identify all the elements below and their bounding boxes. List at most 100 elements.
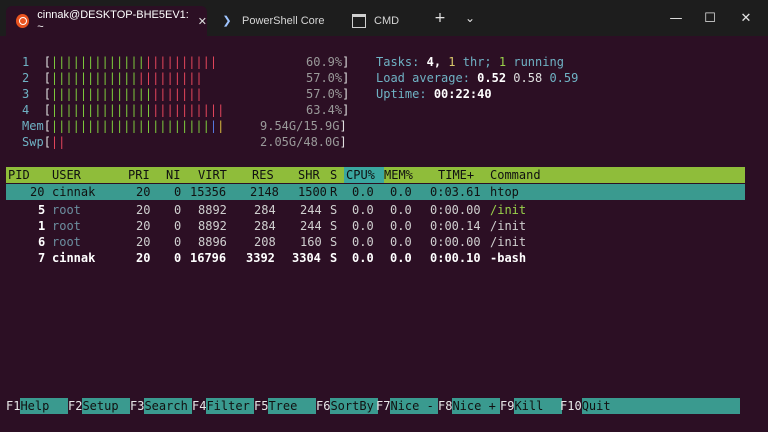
cell-time: 0:00.00	[430, 235, 481, 249]
cell-virt: 8896	[198, 235, 227, 249]
col-user[interactable]: USER	[52, 167, 81, 183]
cell-pri: 20	[136, 235, 151, 249]
terminal-area[interactable]: 1 [||||||||||||||||||||||| 60.9%] 2 [|||…	[0, 36, 768, 432]
cell-pid: 20	[30, 185, 45, 199]
f2-setup-button[interactable]: F2Setup	[68, 398, 131, 414]
cell-cpu: 0.0	[352, 235, 374, 249]
col-shr[interactable]: SHR	[298, 167, 320, 183]
powershell-icon: ❯	[222, 15, 232, 27]
swap-meter: Swp[||	[22, 135, 66, 149]
cell-command: /init	[490, 203, 527, 217]
f7-nice-minus-button[interactable]: F7Nice -	[376, 398, 439, 414]
table-row-selected[interactable]: 20 cinnak 20 0 15356 2148 1500 R 0.0 0.0…	[6, 184, 745, 200]
cell-virt: 8892	[198, 219, 227, 233]
col-state[interactable]: S	[330, 167, 337, 183]
cpu-meter-3-value: 57.0%]	[306, 87, 350, 101]
cell-cpu: 0.0	[352, 219, 374, 233]
cell-state: S	[330, 251, 338, 265]
cell-mem: 0.0	[390, 251, 412, 265]
f8-nice-plus-button[interactable]: F8Nice +	[438, 398, 501, 414]
cell-ni: 0	[174, 235, 182, 249]
tab-label: PowerShell Core	[242, 15, 325, 27]
cpu-meter-2-value: 57.0%]	[306, 71, 350, 85]
cell-pid: 6	[38, 235, 46, 249]
cell-virt: 15356	[190, 185, 227, 199]
cell-pid: 1	[38, 219, 46, 233]
col-ni[interactable]: NI	[166, 167, 180, 183]
col-pri[interactable]: PRI	[128, 167, 150, 183]
f1-help-button[interactable]: F1Help	[6, 398, 69, 414]
cell-res: 3392	[246, 251, 275, 265]
mem-meter: Mem[||||||||||||||||||||||||	[22, 119, 225, 133]
cell-pri: 20	[136, 219, 151, 233]
f10-quit-button[interactable]: F10Quit	[560, 398, 740, 414]
cell-command: -bash	[490, 251, 527, 265]
cell-user: cinnak	[52, 185, 96, 199]
cell-pri: 20	[136, 185, 151, 199]
col-res[interactable]: RES	[252, 167, 274, 183]
cell-res: 284	[254, 219, 276, 233]
cell-pri: 20	[136, 203, 151, 217]
cpu-meter-1-value: 60.9%]	[306, 55, 350, 69]
cell-ni: 0	[174, 251, 182, 265]
cell-shr: 1500	[298, 185, 327, 199]
cell-command: /init	[490, 235, 527, 249]
cpu-meter-4: 4 [||||||||||||||||||||||||	[22, 103, 225, 117]
tab-dropdown-button[interactable]: ⌄	[452, 0, 488, 36]
cell-state: S	[330, 235, 338, 249]
maximize-button[interactable]: ☐	[692, 0, 728, 36]
cell-command: htop	[490, 185, 519, 199]
cell-state: R	[330, 185, 338, 199]
cell-cpu: 0.0	[352, 185, 374, 199]
cell-mem: 0.0	[390, 185, 412, 199]
cell-user: root	[52, 219, 81, 233]
f5-tree-button[interactable]: F5Tree	[254, 398, 317, 414]
close-icon[interactable]: ✕	[198, 15, 207, 28]
cell-shr: 244	[300, 203, 322, 217]
cmd-icon	[352, 14, 366, 28]
cell-ni: 0	[174, 203, 182, 217]
col-mem[interactable]: MEM%	[384, 167, 413, 183]
ubuntu-icon	[16, 14, 30, 28]
f4-filter-button[interactable]: F4Filter	[192, 398, 255, 414]
minimize-button[interactable]: —	[658, 0, 694, 36]
tab-label: CMD	[374, 15, 400, 27]
col-cpu[interactable]: CPU%	[346, 167, 375, 183]
f6-sortby-button[interactable]: F6SortBy	[316, 398, 379, 414]
cell-state: S	[330, 219, 338, 233]
cell-virt: 16796	[190, 251, 227, 265]
cpu-meter-4-value: 63.4%]	[306, 103, 350, 117]
cell-cpu: 0.0	[352, 203, 374, 217]
cell-res: 208	[254, 235, 276, 249]
tab-cmd[interactable]: CMD	[342, 6, 422, 36]
col-command[interactable]: Command	[490, 167, 541, 183]
cell-time: 0:03.61	[430, 185, 481, 199]
cell-time: 0:00.14	[430, 219, 481, 233]
cell-pid: 5	[38, 203, 46, 217]
swap-meter-value: 2.05G/48.0G]	[260, 135, 347, 149]
cell-res: 284	[254, 203, 276, 217]
cell-ni: 0	[174, 185, 182, 199]
cell-pri: 20	[136, 251, 151, 265]
f3-search-button[interactable]: F3Search	[130, 398, 193, 414]
cell-command: /init	[490, 219, 527, 233]
cell-time: 0:00.00	[430, 203, 481, 217]
cell-mem: 0.0	[390, 235, 412, 249]
cell-virt: 8892	[198, 203, 227, 217]
cell-shr: 160	[300, 235, 322, 249]
cpu-meter-1: 1 [|||||||||||||||||||||||	[22, 55, 218, 69]
tasks-summary: Tasks: 4, 1 thr; 1 running	[376, 55, 564, 69]
col-pid[interactable]: PID	[8, 167, 30, 183]
cell-shr: 244	[300, 219, 322, 233]
cell-shr: 3304	[292, 251, 321, 265]
tab-label: cinnak@DESKTOP-BHE5EV1: ~	[37, 9, 189, 33]
cpu-meter-2: 2 [|||||||||||||||||||||	[22, 71, 203, 85]
tab-ubuntu[interactable]: cinnak@DESKTOP-BHE5EV1: ~ ✕	[6, 6, 207, 36]
col-time[interactable]: TIME+	[438, 167, 474, 183]
load-average: Load average: 0.52 0.58 0.59	[376, 71, 579, 85]
close-window-button[interactable]: ✕	[728, 0, 764, 36]
col-virt[interactable]: VIRT	[198, 167, 227, 183]
tab-powershell[interactable]: ❯ PowerShell Core	[210, 6, 338, 36]
cpu-meter-3: 3 [|||||||||||||||||||||	[22, 87, 203, 101]
f9-kill-button[interactable]: F9Kill	[500, 398, 563, 414]
